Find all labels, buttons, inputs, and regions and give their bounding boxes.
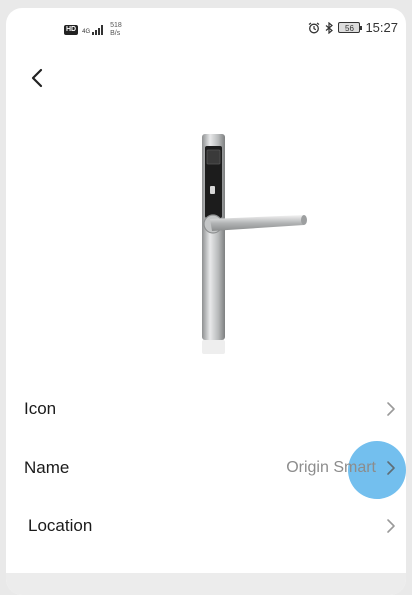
hd-badge: HD [64, 25, 79, 35]
status-right: 56 15:27 [308, 20, 398, 35]
settings-row-icon[interactable]: Icon [6, 380, 406, 438]
status-bar: HD 4G 518 B/s 56 15:27 [6, 8, 406, 48]
battery-icon: 56 [338, 22, 363, 33]
chevron-right-icon [387, 519, 395, 533]
bottom-strip [6, 573, 406, 595]
door-lock-icon [202, 134, 307, 354]
network-type: 4G [82, 29, 91, 35]
settings-row-name[interactable]: Name Origin Smart [6, 439, 406, 499]
back-button[interactable] [26, 66, 50, 90]
bluetooth-icon [326, 21, 334, 34]
settings-row-location[interactable]: Location [6, 497, 406, 555]
clock: 15:27 [365, 20, 398, 35]
speed-value: 518 [110, 22, 122, 29]
network-speed: 518 B/s [110, 22, 122, 38]
signal-icon: 4G [82, 25, 104, 35]
status-left: HD 4G 518 B/s [64, 22, 122, 38]
chevron-right-icon [387, 461, 395, 475]
chevron-left-icon [31, 68, 43, 88]
chevron-right-icon [387, 402, 395, 416]
row-value: Origin Smart [286, 459, 376, 476]
row-label: Icon [24, 399, 57, 418]
row-label: Location [28, 516, 93, 535]
app-screen: HD 4G 518 B/s 56 15:27 Icon Name Origin … [6, 8, 406, 595]
alarm-icon [309, 22, 320, 33]
speed-unit: B/s [110, 30, 121, 37]
device-image [176, 132, 316, 362]
row-label: Name [24, 458, 70, 477]
